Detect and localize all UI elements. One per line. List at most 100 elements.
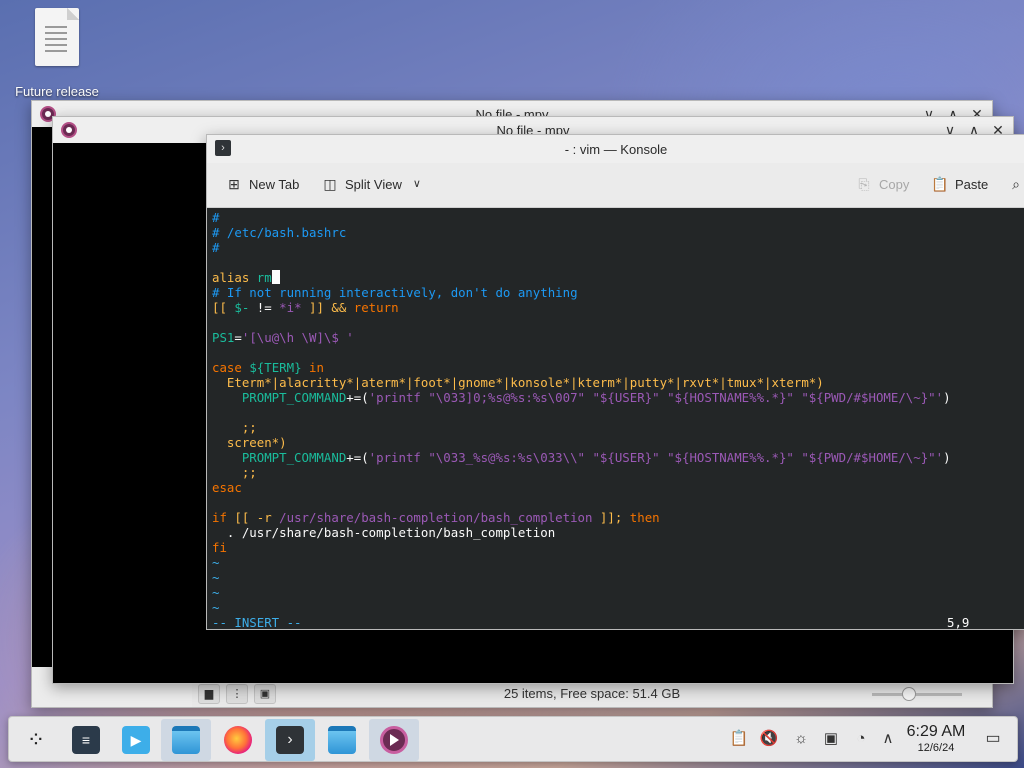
show-desktop-icon[interactable]: ▭ [983, 729, 1003, 749]
terminal-line: ;; [212, 420, 257, 435]
digital-clock[interactable]: 6:29 AM 12/6/24 [904, 723, 968, 754]
new-tab-label: New Tab [249, 176, 300, 192]
folder-icon [328, 726, 356, 754]
kde-launcher-icon: ⁘ [26, 727, 46, 752]
taskbar-discover[interactable]: ▶ [111, 719, 161, 761]
terminal-line: alias rm [212, 270, 280, 285]
taskbar-dolphin[interactable] [161, 719, 211, 761]
terminal-text: ) [943, 390, 951, 405]
search-icon: ⌕ [1012, 176, 1020, 192]
volume-muted-icon[interactable]: 🔇 [759, 729, 779, 749]
terminal-text: screen*) [212, 435, 287, 450]
split-view-button[interactable]: ◫ Split View ∨ [321, 175, 426, 193]
taskbar-firefox[interactable] [213, 719, 263, 761]
desktop-file-future-release[interactable]: Future release [10, 8, 104, 99]
taskbar-konsole[interactable]: › [265, 719, 315, 761]
terminal-text: *i* [279, 300, 302, 315]
terminal-text: ${TERM} [249, 360, 302, 375]
find-button[interactable]: ⌕ [1007, 175, 1024, 193]
terminal-text: # [212, 210, 220, 225]
taskbar-dolphin-2[interactable] [317, 719, 367, 761]
terminal-line: PROMPT_COMMAND+=('printf "\033]0;%s@%s:%… [212, 390, 951, 405]
konsole-window[interactable]: › - : vim — Konsole ⊞ New Tab ◫ Split Vi… [206, 134, 1024, 630]
text-document-icon [35, 8, 79, 66]
terminal-line: ~ [212, 570, 219, 585]
terminal-text: PROMPT_COMMAND [212, 390, 347, 405]
terminal-line: ~ [212, 600, 219, 615]
mpv-icon [380, 726, 408, 754]
copy-button[interactable]: ⎘ Copy [855, 175, 909, 193]
new-tab-button[interactable]: ⊞ New Tab [225, 175, 299, 193]
terminal-line: fi [212, 540, 227, 555]
terminal-text: != [249, 300, 280, 315]
terminal-text: ;; [212, 420, 257, 435]
terminal-text: 'printf "\033_%s@%s:%s\033\\" "${USER}" … [368, 450, 944, 465]
terminal-text: fi [212, 540, 227, 555]
paste-label: Paste [955, 176, 989, 192]
text-cursor [271, 270, 280, 284]
clock-date: 12/6/24 [917, 742, 955, 754]
power-profile-icon[interactable]: ◔ [851, 729, 871, 749]
terminal-text: # If not running interactively, don't do… [212, 285, 578, 300]
terminal-line: # [212, 240, 219, 255]
terminal-text: ~ [212, 600, 220, 615]
terminal-line: case ${TERM} in [212, 360, 324, 375]
application-launcher-button[interactable]: ⁘ [11, 719, 61, 761]
terminal-text: ~ [212, 585, 220, 600]
terminal-line: # [212, 210, 219, 225]
konsole-toolbar: ⊞ New Tab ◫ Split View ∨ ⎘ Copy 📋 Paste … [207, 163, 1024, 208]
terminal-text: in [301, 360, 324, 375]
terminal-text: $- [234, 300, 250, 315]
disk-icon[interactable]: ▣ [821, 729, 841, 749]
terminal-text: PROMPT_COMMAND [212, 450, 347, 465]
terminal-text: esac [212, 480, 242, 495]
terminal-text: '[\u@\h \W]\$ ' [241, 330, 354, 345]
terminal-line: screen*) [212, 435, 287, 450]
terminal-line: Eterm*|alacritty*|aterm*|foot*|gnome*|ko… [212, 375, 824, 390]
terminal-text: ~ [212, 570, 220, 585]
terminal-line: [[ $- != *i* ]] && return [212, 300, 399, 315]
terminal-text: +=( [346, 390, 369, 405]
taskbar-system-settings[interactable]: ≡ [61, 719, 111, 761]
terminal-text: . /usr/share/bash-completion/bash_comple… [212, 525, 556, 540]
vim-cursor-position: 5,9 [947, 615, 970, 630]
firefox-icon [224, 726, 252, 754]
zoom-slider-knob[interactable] [902, 687, 916, 701]
terminal-text: +=( [346, 450, 369, 465]
konsole-titlebar[interactable]: › - : vim — Konsole [207, 135, 1024, 163]
terminal-line: ~ [212, 555, 219, 570]
terminal-text: [[ [212, 300, 235, 315]
terminal-text: # /etc/bash.bashrc [212, 225, 347, 240]
taskbar-mpv[interactable] [369, 719, 419, 761]
paste-button[interactable]: 📋 Paste [931, 175, 988, 193]
chevron-up-icon[interactable]: ∧ [878, 729, 898, 749]
terminal-icon: › [276, 726, 304, 754]
zoom-slider[interactable] [872, 687, 962, 701]
split-view-label: Split View [345, 176, 402, 192]
brightness-icon[interactable]: ☼ [791, 729, 811, 749]
clipboard-icon[interactable]: 📋 [729, 729, 749, 749]
clock-time: 6:29 AM [906, 723, 966, 740]
terminal-line: # /etc/bash.bashrc [212, 225, 346, 240]
desktop-file-label: Future release [15, 84, 99, 99]
terminal-text: ]]; [592, 510, 630, 525]
terminal-text: /usr/share/bash-completion/bash_completi… [279, 510, 593, 525]
new-tab-icon: ⊞ [228, 176, 240, 192]
terminal-text: case [212, 360, 250, 375]
terminal-text: ~ [212, 555, 220, 570]
terminal-text: Eterm*|alacritty*|aterm*|foot*|gnome*|ko… [212, 375, 824, 390]
taskbar: ⁘ ≡ ▶ › 📋 🔇 ☼ ▣ ◔ ∧ 6:29 AM 12/6/24 ▭ [8, 716, 1018, 762]
chevron-down-icon: ∨ [412, 178, 421, 190]
terminal-line: esac [212, 480, 242, 495]
terminal-area[interactable]: -- INSERT -- 5,9 # # /etc/bash.bashrc # ali… [207, 208, 1024, 630]
konsole-title: - : vim — Konsole [564, 141, 668, 157]
terminal-text: ]] && [301, 300, 354, 315]
folder-icon [172, 726, 200, 754]
discover-icon: ▶ [122, 726, 150, 754]
terminal-line: PROMPT_COMMAND+=('printf "\033_%s@%s:%s\… [212, 450, 951, 465]
terminal-text: if [212, 510, 235, 525]
terminal-text: then [629, 510, 660, 525]
terminal-text: # [212, 240, 220, 255]
copy-icon: ⎘ [858, 176, 870, 192]
terminal-line: ~ [212, 585, 219, 600]
